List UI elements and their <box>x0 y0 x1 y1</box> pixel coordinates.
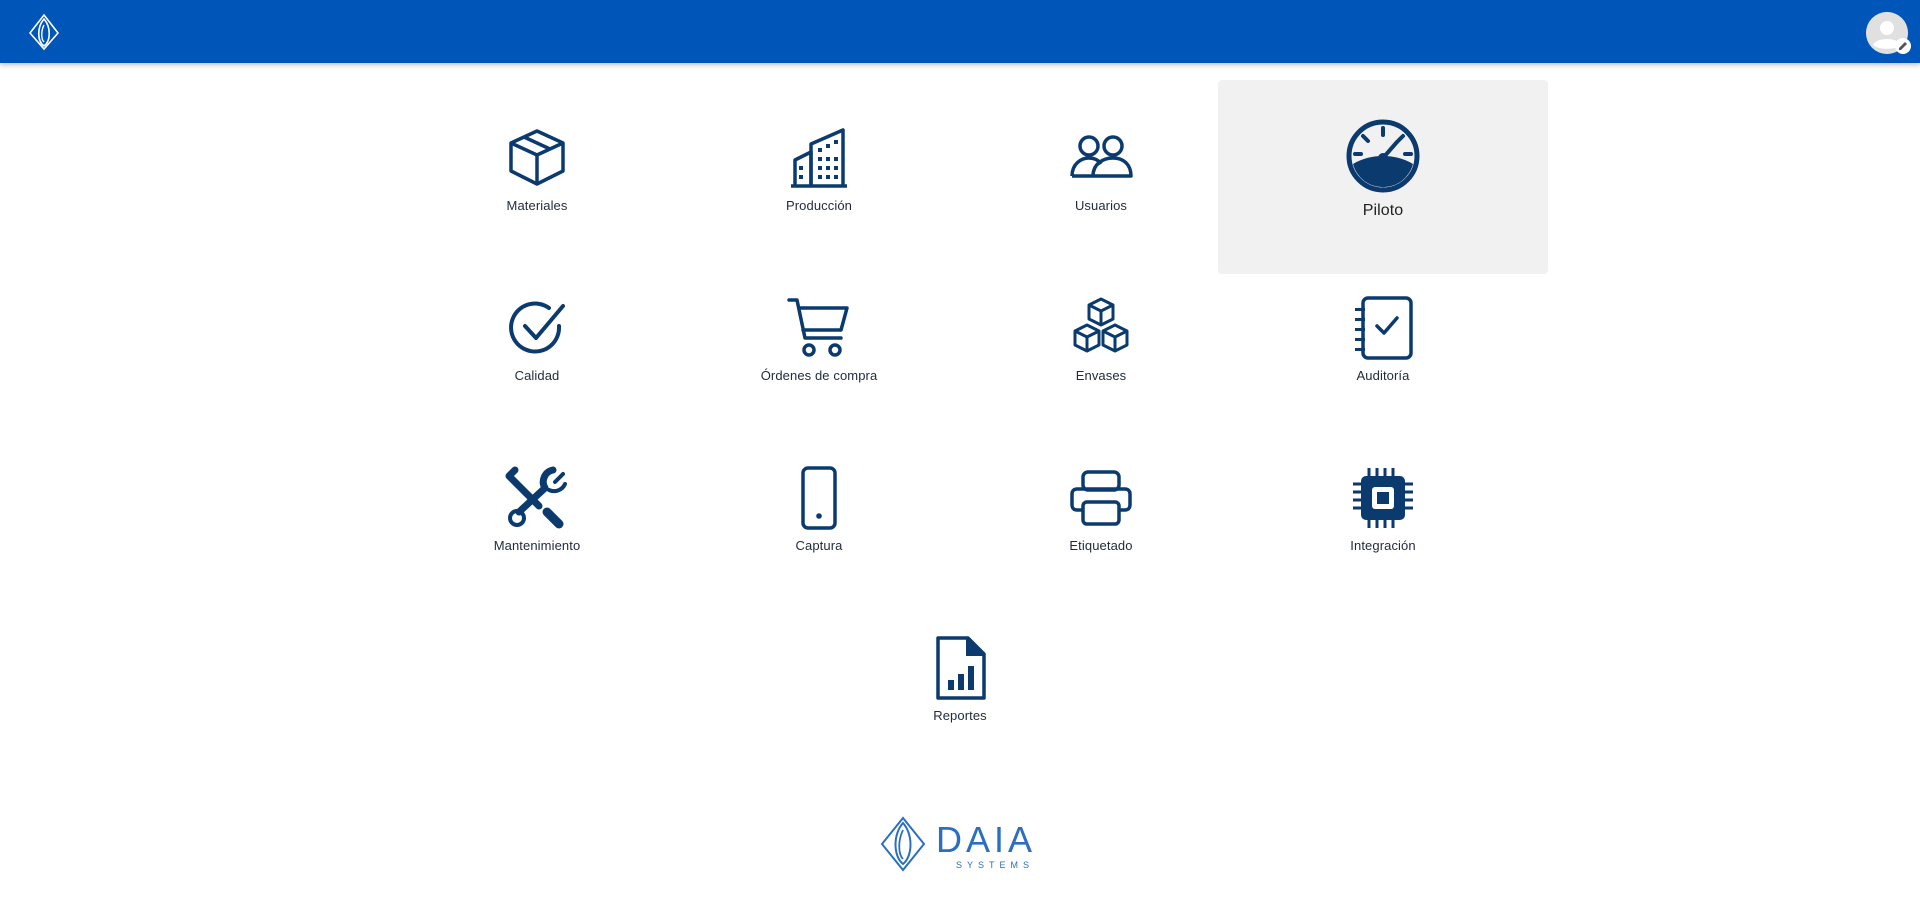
module-tile-materiales[interactable]: Materiales <box>372 80 702 274</box>
module-tile-etiquetado[interactable]: Etiquetado <box>936 420 1266 614</box>
module-label: Producción <box>785 198 853 213</box>
module-label: Envases <box>1075 368 1127 383</box>
users-icon <box>1070 135 1133 178</box>
module-label: Reportes <box>933 708 987 723</box>
module-label: Usuarios <box>1074 198 1128 213</box>
check-circle-icon <box>509 301 565 354</box>
speedometer-icon <box>1346 119 1420 193</box>
module-tile-produccion[interactable]: Producción <box>654 80 984 274</box>
module-tile-reportes[interactable]: Reportes <box>795 590 1125 784</box>
printer-icon <box>1070 470 1132 526</box>
building-icon <box>791 128 847 188</box>
module-label: Órdenes de compra <box>760 368 878 383</box>
module-tile-calidad[interactable]: Calidad <box>372 250 702 444</box>
module-tile-mantenimiento[interactable]: Mantenimiento <box>372 420 702 614</box>
module-label: Piloto <box>1362 202 1404 219</box>
mobile-phone-icon <box>801 466 837 530</box>
top-app-bar <box>0 0 1920 63</box>
module-label: Auditoría <box>1356 368 1410 383</box>
tools-icon <box>505 466 567 529</box>
footer-brand-name: DAIA <box>936 819 1037 860</box>
box-icon <box>509 129 565 186</box>
module-tile-integracion[interactable]: Integración <box>1218 420 1548 614</box>
shopping-cart-icon <box>787 298 849 357</box>
module-tile-envases[interactable]: Envases <box>936 250 1266 444</box>
module-label: Calidad <box>514 368 560 383</box>
module-tile-captura[interactable]: Captura <box>654 420 984 614</box>
daia-drop-logo-icon <box>880 816 926 872</box>
module-label: Mantenimiento <box>493 538 581 553</box>
checklist-icon <box>1355 296 1413 360</box>
module-label: Captura <box>795 538 843 553</box>
module-label: Etiquetado <box>1069 538 1133 553</box>
module-tile-auditoria[interactable]: Auditoría <box>1218 250 1548 444</box>
module-tile-ordenes-de-compra[interactable]: Órdenes de compra <box>654 250 984 444</box>
module-tile-usuarios[interactable]: Usuarios <box>936 80 1266 274</box>
boxes-icon <box>1073 297 1129 353</box>
module-label: Materiales <box>506 198 568 213</box>
footer-brand-logo: DAIA SYSTEMS <box>878 816 1042 872</box>
module-label: Integración <box>1350 538 1416 553</box>
pencil-icon[interactable] <box>1895 38 1911 54</box>
footer-brand-subtitle: SYSTEMS <box>956 860 1035 870</box>
daia-drop-logo-icon[interactable] <box>26 13 62 51</box>
module-tile-piloto[interactable]: Piloto <box>1218 80 1548 274</box>
report-file-icon <box>936 636 986 700</box>
cpu-chip-icon <box>1353 468 1413 528</box>
